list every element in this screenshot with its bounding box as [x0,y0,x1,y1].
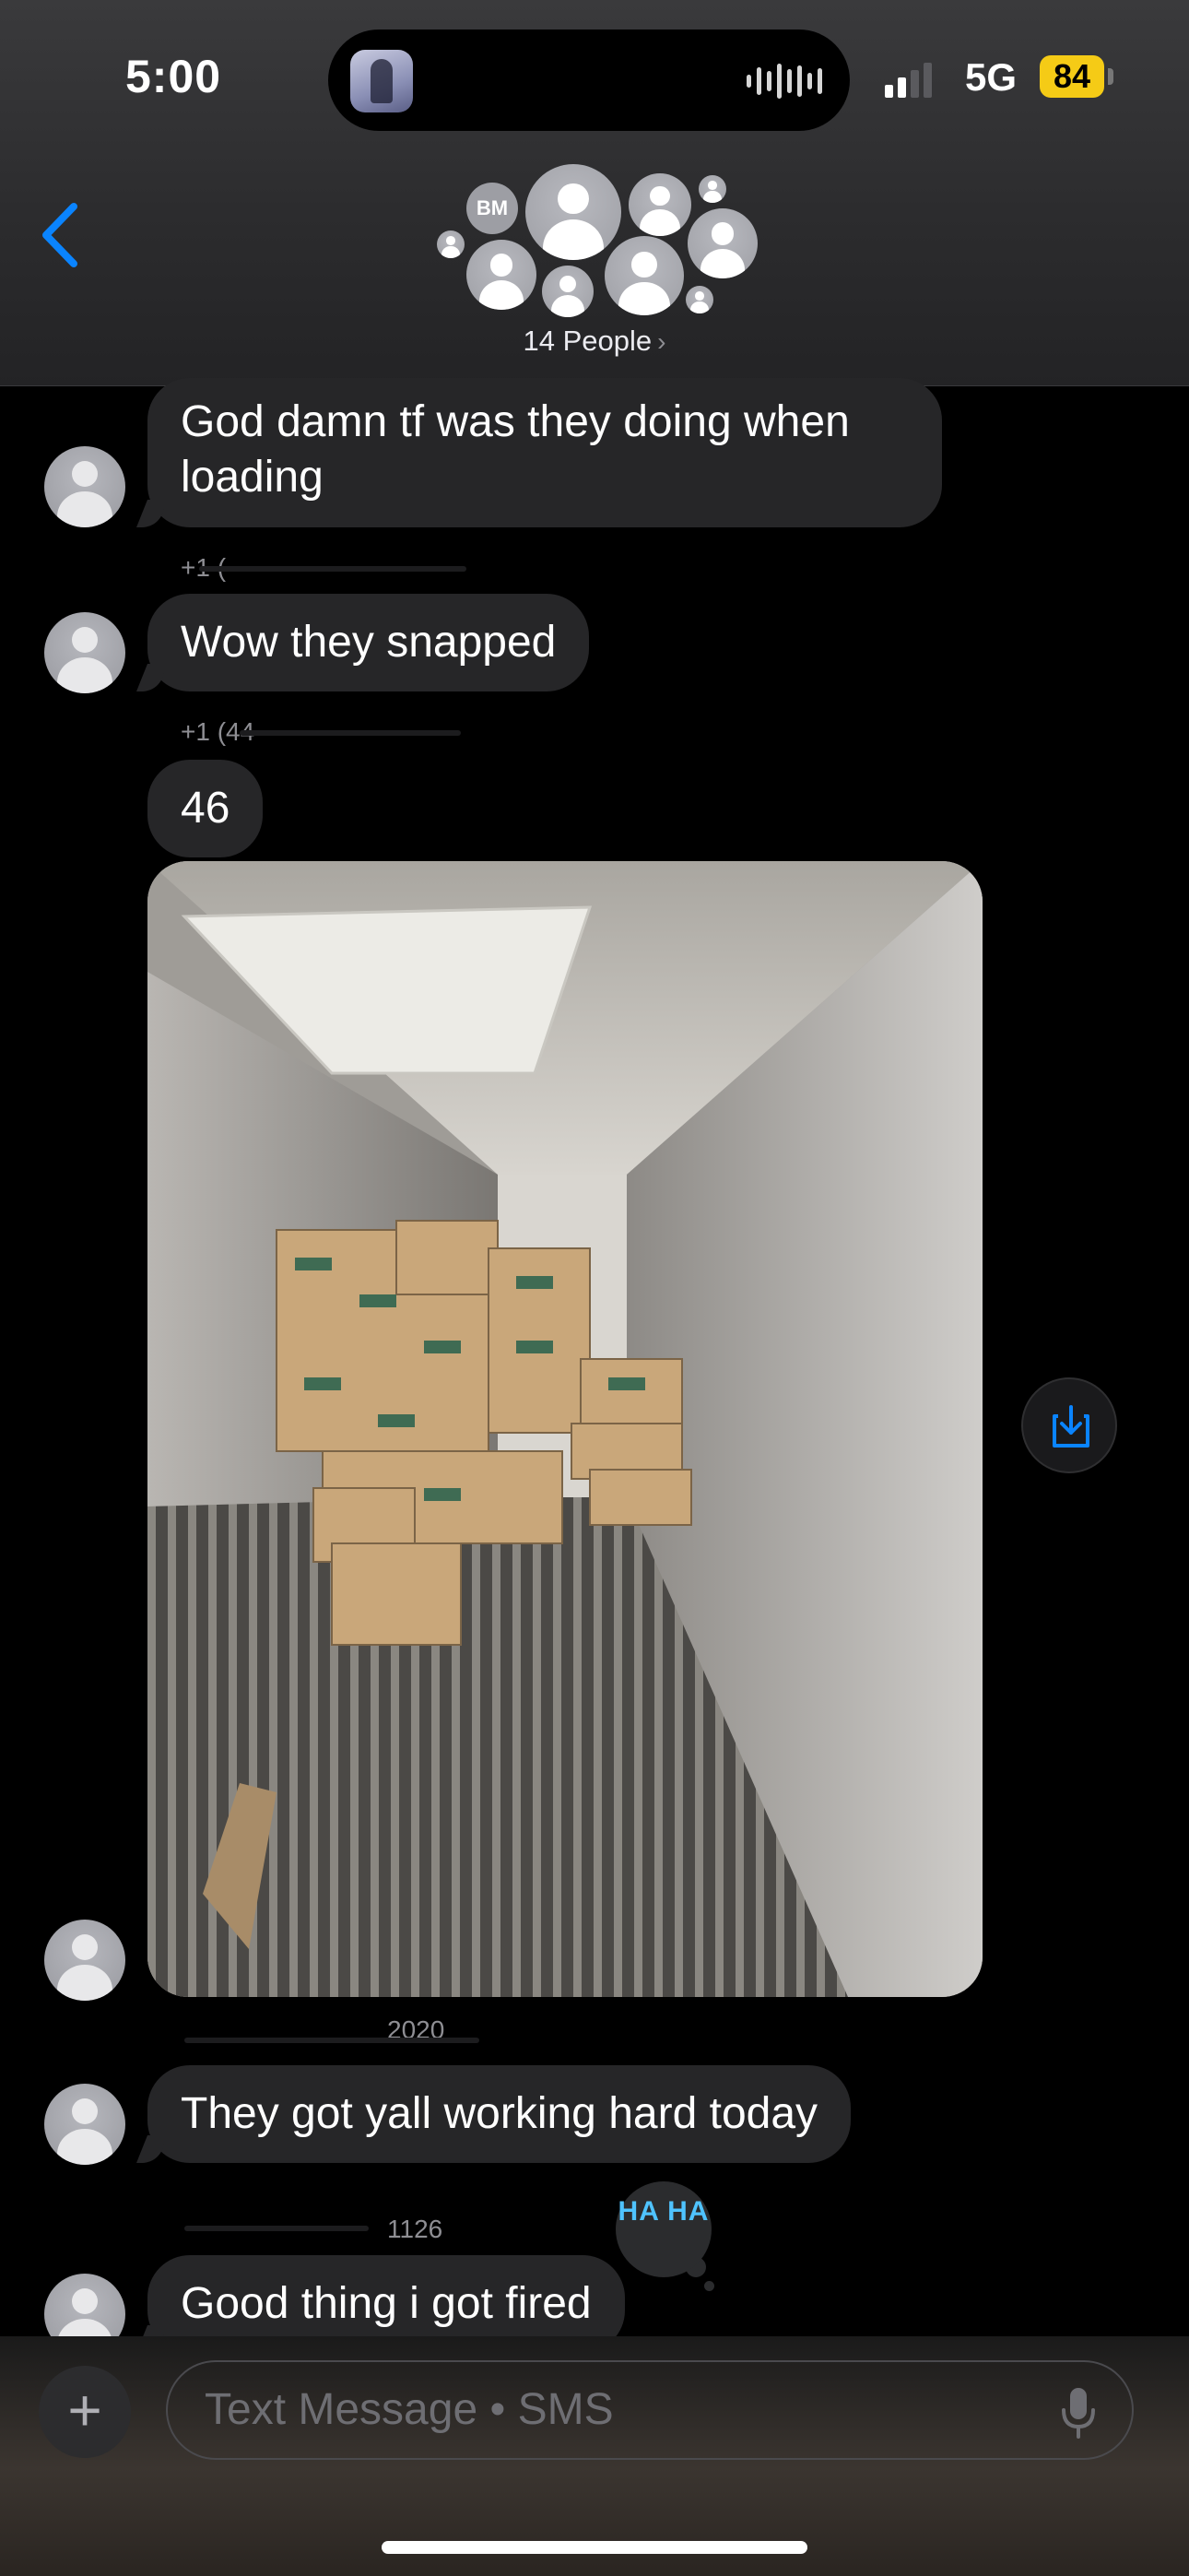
haha-icon: HA HA [618,2196,710,2227]
redaction-scribble [240,730,461,736]
save-to-photos-button[interactable] [1021,1377,1117,1473]
group-avatar-cluster[interactable]: BM [424,157,774,323]
conversation-header: 5:00 5G 84 BM 14 People › [0,0,1189,386]
avatar [525,164,621,260]
people-count: 14 People [523,325,653,357]
message-bubble[interactable]: Wow they snapped [147,594,590,691]
avatar [437,230,465,258]
message-text-line: God damn tf was they doing when [181,397,850,446]
avatar [542,266,594,317]
photo-attachment[interactable] [147,861,983,1997]
plus-icon: + [67,2377,102,2443]
tapback-tail-dot [704,2281,714,2291]
message-input[interactable]: Text Message • SMS [166,2360,1134,2460]
add-attachment-button[interactable]: + [39,2366,131,2458]
avatar [629,173,691,236]
chevron-left-icon [42,203,77,267]
dynamic-island[interactable] [328,30,850,131]
avatar [688,208,758,278]
redaction-scribble [184,2038,479,2043]
haha-tapback[interactable]: HA HA [616,2181,712,2277]
back-button[interactable] [37,194,92,277]
redaction-scribble [184,2226,369,2231]
message-text-line: loading [181,453,324,502]
now-playing-artwork [350,50,413,112]
message-text: Good thing i got fired [181,2279,592,2328]
sender-avatar[interactable] [44,612,125,693]
avatar [699,175,726,203]
network-type: 5G [965,55,1018,99]
avatar [605,236,684,315]
message-input-placeholder: Text Message • SMS [205,2385,614,2434]
message-text: They got yall working hard today [181,2089,818,2138]
avatar [686,286,713,313]
audio-waveform-icon [747,63,822,100]
group-details-link[interactable]: 14 People › [0,325,1189,358]
message-text: 46 [181,784,230,833]
trailer-photo [147,861,983,1997]
sender-name: 1126 [387,2215,443,2243]
sender-avatar[interactable] [44,1920,125,2001]
message-bubble[interactable]: They got yall working hard today [147,2065,852,2163]
message-bubble[interactable]: 46 [147,760,264,857]
cellular-signal-icon [885,59,932,98]
chevron-right-icon: › [657,327,666,356]
status-time: 5:00 [125,51,222,102]
avatar-bm: BM [466,183,518,234]
sender-avatar[interactable] [44,2084,125,2165]
home-indicator[interactable] [382,2541,807,2554]
message-bubble[interactable]: God damn tf was they doing when loading [147,378,942,527]
message-text: Wow they snapped [181,618,557,667]
avatar [466,240,536,310]
microphone-icon[interactable] [1060,2386,1097,2444]
sender-avatar[interactable] [44,446,125,527]
redaction-scribble [199,566,466,572]
download-icon [1053,1405,1089,1448]
battery-cap [1108,68,1113,85]
battery-indicator: 84 [1040,55,1104,98]
